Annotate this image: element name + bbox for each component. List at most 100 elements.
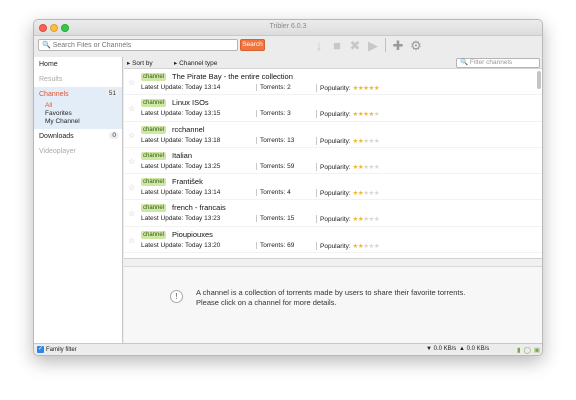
channel-name[interactable]: František bbox=[172, 177, 203, 186]
family-filter-checkbox[interactable]: ✓ bbox=[37, 346, 44, 353]
sidebar-item-downloads[interactable]: Downloads 0 bbox=[34, 129, 122, 144]
latest-update: Latest Update: Today 13:18 bbox=[141, 136, 221, 144]
channel-row[interactable]: ☆ channel Linux ISOs Latest Update: Today 1… bbox=[124, 95, 542, 122]
sidebar-item-label: Downloads bbox=[39, 133, 74, 140]
sidebar-subitem-all[interactable]: All bbox=[34, 102, 122, 110]
upload-speed: ▲ 0.0 KB/s bbox=[459, 346, 490, 352]
favorite-star-icon[interactable]: ☆ bbox=[128, 104, 135, 113]
latest-update: Latest Update: Today 13:23 bbox=[141, 215, 221, 223]
settings-icon[interactable]: ⚙ bbox=[408, 38, 424, 53]
popularity-label: Popularity: bbox=[320, 111, 351, 119]
add-icon[interactable]: ✚ bbox=[390, 38, 406, 53]
family-filter-label: Family filter bbox=[46, 346, 77, 353]
favorite-star-icon[interactable]: ☆ bbox=[128, 78, 135, 87]
toolbar: 🔍 Search ↓ ■ ✖ ▶ ✚ ⚙ bbox=[34, 36, 542, 56]
latest-update: Latest Update: Today 13:14 bbox=[141, 189, 221, 197]
info-icon: ! bbox=[170, 290, 183, 303]
popularity-label: Popularity: bbox=[320, 216, 351, 224]
popularity-label: Popularity: bbox=[320, 85, 351, 92]
latest-update: Latest Update: Today 13:15 bbox=[141, 110, 221, 118]
favorite-star-icon[interactable]: ☆ bbox=[128, 236, 135, 245]
popularity-stars-icon: ★★★★★ bbox=[352, 137, 380, 145]
latest-update: Latest Update: Today 13:20 bbox=[141, 241, 221, 249]
popularity-label: Popularity: bbox=[320, 242, 351, 250]
favorite-star-icon[interactable]: ☆ bbox=[128, 131, 135, 140]
sidebar-subitem-favorites[interactable]: Favorites bbox=[34, 110, 122, 118]
channel-name[interactable]: Pioupiouxes bbox=[172, 230, 213, 239]
channel-row[interactable]: ☆ channel Italian Latest Update: Today 13:2… bbox=[124, 148, 542, 175]
channel-row[interactable]: ☆ channel František Latest Update: Today 13… bbox=[124, 174, 542, 201]
latest-update: Latest Update: Today 13:14 bbox=[141, 84, 221, 91]
main-panel: ▸ Sort by ▸ Channel type 🔍 Filter channe… bbox=[124, 57, 542, 344]
popularity: Popularity: ★★★★★ bbox=[316, 136, 380, 145]
channel-badge: channel bbox=[141, 204, 167, 213]
channel-badge: channel bbox=[141, 151, 167, 160]
channel-badge: channel bbox=[141, 99, 167, 108]
search-input[interactable] bbox=[52, 41, 233, 49]
sidebar-item-channels[interactable]: Channels 51 bbox=[34, 87, 122, 102]
torrent-count: Torrents: 59 bbox=[256, 162, 294, 170]
popularity-stars-icon: ★★★★★ bbox=[352, 85, 380, 92]
channel-name[interactable]: rcchannel bbox=[172, 125, 205, 134]
firewall-icon: ◯ bbox=[523, 347, 531, 354]
play-icon[interactable]: ▶ bbox=[365, 38, 381, 53]
toolbar-actions: ↓ ■ ✖ ▶ ✚ ⚙ bbox=[311, 38, 424, 53]
channel-badge: channel bbox=[141, 125, 167, 134]
channel-type-label: Channel type bbox=[179, 60, 218, 67]
info-line-1: A channel is a collection of torrents ma… bbox=[196, 288, 466, 297]
filter-channels-input[interactable]: 🔍 Filter channels bbox=[456, 58, 540, 68]
close-icon[interactable]: ✖ bbox=[347, 38, 363, 53]
torrent-count: Torrents: 3 bbox=[256, 110, 291, 118]
channel-name[interactable]: Italian bbox=[172, 151, 192, 160]
sidebar-item-results[interactable]: Results bbox=[34, 72, 122, 87]
popularity-label: Popularity: bbox=[320, 163, 351, 171]
window-title: Tribler 6.0.3 bbox=[269, 23, 307, 30]
channel-row[interactable]: ☆ channel french - francais Latest Update: … bbox=[124, 200, 542, 227]
channel-name[interactable]: french - francais bbox=[172, 203, 226, 212]
search-button[interactable]: Search bbox=[240, 39, 265, 51]
sort-by-label: Sort by bbox=[132, 60, 153, 67]
popularity: Popularity: ★★★★★ bbox=[316, 215, 380, 224]
family-filter-toggle[interactable]: ✓ Family filter bbox=[37, 346, 77, 353]
search-box[interactable]: 🔍 bbox=[38, 39, 238, 51]
status-indicators: ▮ ◯ ▣ bbox=[517, 346, 540, 354]
channel-badge: channel bbox=[141, 73, 167, 81]
sidebar-item-videoplayer[interactable]: Videoplayer bbox=[34, 144, 122, 159]
list-scrollbar[interactable] bbox=[537, 71, 541, 89]
toolbar-divider bbox=[385, 38, 386, 52]
favorite-star-icon[interactable]: ☆ bbox=[128, 157, 135, 166]
torrent-count: Torrents: 2 bbox=[256, 84, 291, 91]
popularity-stars-icon: ★★★★★ bbox=[352, 111, 380, 119]
splitter[interactable] bbox=[124, 259, 542, 267]
channel-name[interactable]: The Pirate Bay - the entire collection bbox=[172, 72, 293, 81]
channels-count-badge: 51 bbox=[105, 90, 119, 97]
popularity: Popularity: ★★★★★ bbox=[316, 110, 380, 119]
sidebar-item-home[interactable]: Home bbox=[34, 57, 122, 72]
channel-badge: channel bbox=[141, 230, 167, 239]
popularity: Popularity: ★★★★★ bbox=[316, 189, 380, 198]
torrent-count: Torrents: 13 bbox=[256, 136, 294, 144]
channel-row[interactable]: ☆ channel rcchannel Latest Update: Today 13… bbox=[124, 122, 542, 148]
popularity-label: Popularity: bbox=[320, 190, 351, 198]
favorite-star-icon[interactable]: ☆ bbox=[128, 209, 135, 218]
sidebar-subitem-my-channel[interactable]: My Channel bbox=[34, 118, 122, 126]
favorite-star-icon[interactable]: ☆ bbox=[128, 183, 135, 192]
sidebar-item-label: Channels bbox=[39, 91, 69, 98]
popularity-stars-icon: ★★★★★ bbox=[352, 163, 380, 171]
download-icon[interactable]: ↓ bbox=[311, 38, 327, 53]
latest-update: Latest Update: Today 13:25 bbox=[141, 162, 221, 170]
channel-name[interactable]: Linux ISOs bbox=[172, 98, 209, 107]
torrent-count: Torrents: 4 bbox=[256, 189, 291, 197]
torrent-count: Torrents: 15 bbox=[256, 215, 294, 223]
channel-row[interactable]: ☆ channel The Pirate Bay - the entire coll… bbox=[124, 69, 542, 96]
channel-list: ☆ channel The Pirate Bay - the entire coll… bbox=[124, 69, 542, 259]
list-header: ▸ Sort by ▸ Channel type 🔍 Filter channe… bbox=[124, 57, 542, 69]
channel-row[interactable]: ☆ channel Pioupiouxes Latest Update: Today … bbox=[124, 227, 542, 254]
stop-icon[interactable]: ■ bbox=[329, 38, 345, 53]
sort-by-dropdown[interactable]: ▸ Sort by bbox=[127, 59, 153, 67]
popularity-stars-icon: ★★★★★ bbox=[352, 216, 380, 224]
channel-type-dropdown[interactable]: ▸ Channel type bbox=[174, 59, 217, 67]
sidebar: Home Results Channels 51 All Favorites M… bbox=[34, 57, 123, 344]
torrent-count: Torrents: 69 bbox=[256, 241, 294, 249]
app-window: Tribler 6.0.3 🔍 Search ↓ ■ ✖ ▶ ✚ ⚙ Home … bbox=[33, 19, 543, 356]
